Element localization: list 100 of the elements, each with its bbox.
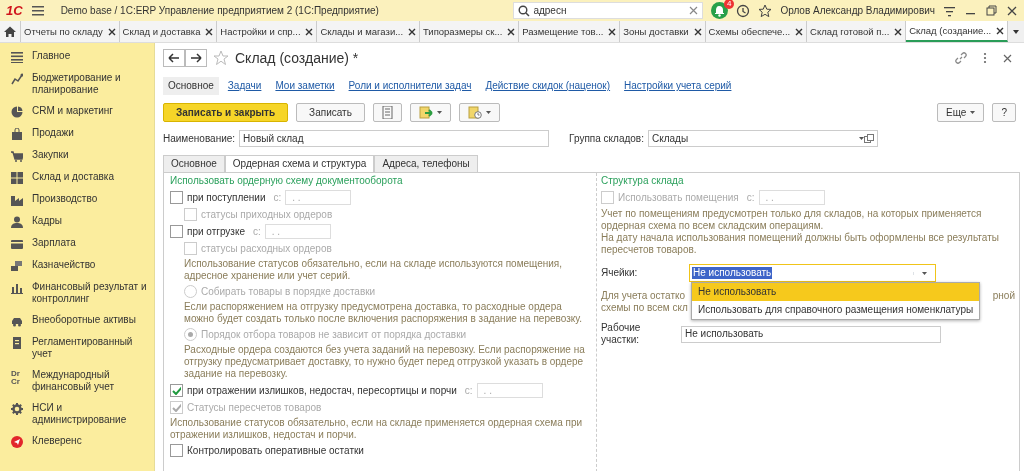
sidebar-item[interactable]: Клеверенс <box>32 435 82 447</box>
tab[interactable]: Ордерная схема и структура <box>224 155 375 172</box>
tab[interactable]: Склад (создание... <box>906 21 1009 42</box>
tab[interactable]: Типоразмеры ск... <box>419 21 520 42</box>
close-icon[interactable] <box>507 27 516 36</box>
menu-icon[interactable] <box>30 4 45 17</box>
caret-icon[interactable] <box>1012 28 1021 35</box>
tab[interactable]: Настройки и спр... <box>217 21 318 42</box>
bar-chart-icon <box>11 282 23 294</box>
tab[interactable]: Склад и доставка <box>119 21 218 42</box>
caret-icon <box>970 111 976 114</box>
sidebar-item[interactable]: Внеоборотные активы <box>32 314 136 326</box>
person-icon <box>11 216 23 228</box>
close-icon[interactable] <box>795 27 804 36</box>
clear-icon[interactable] <box>689 6 699 15</box>
tab[interactable]: Основное <box>163 155 225 172</box>
dr-cr-label: Dr Cr <box>11 370 21 386</box>
sidebar-item[interactable]: НСИ и администрирование <box>32 402 152 426</box>
caret-icon[interactable] <box>858 137 864 140</box>
work-areas-field[interactable]: Не использовать <box>681 325 941 343</box>
radio-label: Собирать товары в порядке доставки <box>201 285 376 298</box>
close-icon[interactable] <box>407 27 416 36</box>
tab[interactable]: Отчеты по складу <box>21 21 120 42</box>
sidebar-item[interactable]: Закупки <box>32 149 69 161</box>
sidebar-item[interactable]: Склад и доставка <box>32 171 114 183</box>
save-close-button[interactable]: Записать и закрыть <box>163 103 289 122</box>
close-icon[interactable] <box>608 27 617 36</box>
close-icon[interactable] <box>107 27 116 36</box>
reports-button[interactable] <box>458 103 500 122</box>
hint-text: На дату начала использования помещений должны быть оформлены все результаты пересчетов товаров. <box>601 232 1000 256</box>
checkbox-label: статусы расходных ордеров <box>201 242 332 255</box>
caret-icon[interactable] <box>922 271 927 275</box>
document-icon <box>11 337 23 349</box>
hint-text: Расходные ордера создаются без учета заданий на перевозку. Если распоряжение на отгрузку предусматривает доставку, то нужно будет перед отгрузкой указать в ордере задание на перевозку. <box>184 344 586 380</box>
list-icon <box>11 51 23 63</box>
sidebar-item[interactable]: Финансовый результат и контроллинг <box>32 281 152 305</box>
sidebar-item[interactable]: Международный финансовый учет <box>32 369 152 393</box>
close-icon[interactable] <box>1003 53 1012 63</box>
hint-text: Учет по помещениям предусмотрен только для складов, на которых применяется ордерная схема по всем складским операциям. <box>601 208 983 232</box>
checkbox[interactable] <box>170 444 183 457</box>
section-link[interactable]: Действие скидок (наценок) <box>480 77 616 95</box>
tab[interactable]: Схемы обеспече... <box>705 21 808 42</box>
home-tab[interactable] <box>0 21 21 42</box>
bag-icon <box>11 128 23 140</box>
checkbox[interactable] <box>170 191 183 204</box>
sidebar-item[interactable]: Продажи <box>32 127 74 139</box>
close-icon[interactable] <box>1006 4 1018 17</box>
gear-icon <box>11 403 23 415</box>
section-link[interactable]: Настройки учета серий <box>619 77 737 95</box>
factory-icon <box>11 194 23 206</box>
restore-icon[interactable] <box>985 4 998 17</box>
sidebar-item[interactable]: Казначейство <box>32 259 96 271</box>
section-link[interactable]: Задачи <box>222 77 267 95</box>
cells-combo[interactable]: Не использовать <box>689 264 936 282</box>
create-based-button[interactable] <box>409 103 451 122</box>
star-icon[interactable] <box>213 50 229 66</box>
history-icon[interactable] <box>736 3 751 18</box>
forward-button[interactable] <box>185 49 207 67</box>
more-icon[interactable] <box>983 52 987 64</box>
section-link[interactable]: Основное <box>163 77 219 95</box>
search-field[interactable]: адресн <box>513 2 704 19</box>
close-icon[interactable] <box>996 26 1005 35</box>
tab[interactable]: Размещение тов... <box>519 21 621 42</box>
checkbox-label: статусы приходных ордеров <box>201 208 333 221</box>
checkbox[interactable] <box>170 384 183 397</box>
sidebar-item[interactable]: Кадры <box>32 215 62 227</box>
notification-button[interactable] <box>711 2 729 19</box>
checkbox[interactable] <box>170 225 183 238</box>
more-button[interactable]: Еще <box>937 103 985 122</box>
group-field[interactable]: Склады <box>647 130 878 147</box>
help-button[interactable]: ? <box>992 103 1016 122</box>
star-icon[interactable] <box>758 3 773 18</box>
back-button[interactable] <box>163 49 185 67</box>
tab[interactable]: Зоны доставки <box>620 21 706 42</box>
cart-icon <box>11 150 23 162</box>
sidebar-item[interactable]: Бюджетирование и планирование <box>32 72 152 96</box>
sidebar-item[interactable]: Регламентированный учет <box>32 336 152 360</box>
name-field[interactable]: Новый склад <box>239 130 550 147</box>
sidebar-item[interactable]: Главное <box>32 50 71 62</box>
coins-icon <box>11 260 23 272</box>
dropdown-option[interactable]: Не использовать <box>692 283 980 301</box>
tab[interactable]: Склад готовой п... <box>807 21 907 42</box>
hint-text: Если распоряжением на отгрузку предусмотрена доставка, то расходные ордера можно будет создать только после включения распоряжения в задание на перевозку. <box>184 301 584 325</box>
dropdown-option[interactable]: Использовать для справочного размещения номенклатуры <box>692 301 980 319</box>
close-icon[interactable] <box>894 27 903 36</box>
open-icon[interactable] <box>863 134 874 143</box>
close-icon[interactable] <box>305 27 314 36</box>
section-link[interactable]: Мои заметки <box>270 77 340 95</box>
sidebar-item[interactable]: Зарплата <box>32 237 76 249</box>
user-name[interactable]: Орлов Александр Владимирович <box>780 4 935 17</box>
save-button[interactable]: Записать <box>296 103 365 122</box>
sidebar-item[interactable]: CRM и маркетинг <box>32 105 113 117</box>
tab[interactable]: Склады и магази... <box>317 21 420 42</box>
caret-icon <box>436 111 442 114</box>
section-link[interactable]: Роли и исполнители задач <box>343 77 477 95</box>
close-icon[interactable] <box>205 27 214 36</box>
link-icon[interactable] <box>955 52 967 64</box>
tab[interactable]: Адреса, телефоны <box>374 155 478 172</box>
sidebar-item[interactable]: Производство <box>32 193 98 205</box>
close-icon[interactable] <box>693 27 702 36</box>
